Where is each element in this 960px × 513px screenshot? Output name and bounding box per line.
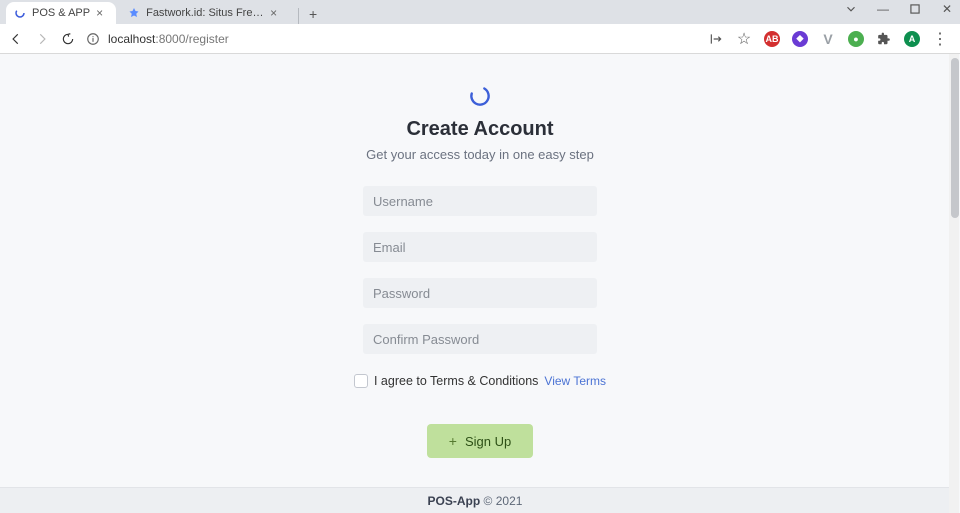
- new-tab-button[interactable]: +: [303, 4, 323, 24]
- plus-icon: +: [449, 433, 457, 449]
- register-form: [363, 186, 597, 370]
- tab-title: Fastwork.id: Situs Freelance Onli: [146, 7, 264, 19]
- page-body: Create Account Get your access today in …: [0, 54, 960, 513]
- register-card: Create Account Get your access today in …: [180, 54, 780, 458]
- forward-button[interactable]: [34, 31, 50, 47]
- tab-title: POS & APP: [32, 7, 90, 19]
- extension-v-icon[interactable]: V: [820, 31, 836, 47]
- loading-spinner-icon: [468, 84, 492, 108]
- extension-green-icon[interactable]: ●: [848, 31, 864, 47]
- url-field[interactable]: localhost:8000/register: [86, 28, 698, 50]
- vertical-scrollbar-thumb[interactable]: [951, 58, 959, 218]
- signup-button[interactable]: + Sign Up: [427, 424, 533, 458]
- bookmark-star-icon[interactable]: ☆: [736, 31, 752, 47]
- password-input[interactable]: [363, 278, 597, 308]
- page-footer: POS-App © 2021: [0, 487, 950, 513]
- terms-row: I agree to Terms & Conditions View Terms: [180, 374, 780, 388]
- window-controls: — ✕: [844, 2, 954, 16]
- username-input[interactable]: [363, 186, 597, 216]
- reload-button[interactable]: [60, 31, 76, 47]
- window-minimize-icon[interactable]: —: [876, 2, 890, 16]
- profile-avatar-icon[interactable]: A: [904, 31, 920, 47]
- tab-close-icon[interactable]: ×: [270, 7, 282, 19]
- tab-active[interactable]: POS & APP ×: [6, 2, 116, 24]
- tab-bar: POS & APP × Fastwork.id: Situs Freelance…: [0, 0, 960, 24]
- confirm-password-input[interactable]: [363, 324, 597, 354]
- window-close-icon[interactable]: ✕: [940, 2, 954, 16]
- signup-button-label: Sign Up: [465, 434, 511, 449]
- address-bar: localhost:8000/register ☆ AB ◆ V ● A ⋮: [0, 24, 960, 54]
- site-info-icon[interactable]: [86, 32, 100, 46]
- share-icon[interactable]: [708, 31, 724, 47]
- terms-label: I agree to Terms & Conditions: [374, 374, 538, 388]
- terms-checkbox[interactable]: [354, 374, 368, 388]
- extensions-puzzle-icon[interactable]: [876, 31, 892, 47]
- page-subtitle: Get your access today in one easy step: [180, 147, 780, 162]
- window-maximize-icon[interactable]: [908, 2, 922, 16]
- chevron-down-icon[interactable]: [844, 2, 858, 16]
- view-terms-link[interactable]: View Terms: [544, 374, 606, 388]
- browser-window: POS & APP × Fastwork.id: Situs Freelance…: [0, 0, 960, 513]
- page-title: Create Account: [180, 118, 780, 141]
- tab-inactive[interactable]: Fastwork.id: Situs Freelance Onli ×: [120, 2, 290, 24]
- tab-favicon-icon: [128, 7, 140, 19]
- tab-favicon-spinner: [14, 7, 26, 19]
- tab-separator: [298, 8, 299, 24]
- extension-purple-icon[interactable]: ◆: [792, 31, 808, 47]
- tab-close-icon[interactable]: ×: [96, 7, 108, 19]
- extension-abp-icon[interactable]: AB: [764, 31, 780, 47]
- toolbar-right: ☆ AB ◆ V ● A ⋮: [708, 31, 952, 47]
- back-button[interactable]: [8, 31, 24, 47]
- footer-brand: POS-App: [428, 494, 481, 508]
- page-viewport: Create Account Get your access today in …: [0, 54, 960, 513]
- url-text: localhost:8000/register: [108, 32, 229, 46]
- footer-rest: © 2021: [480, 494, 522, 508]
- email-input[interactable]: [363, 232, 597, 262]
- kebab-menu-icon[interactable]: ⋮: [932, 31, 948, 47]
